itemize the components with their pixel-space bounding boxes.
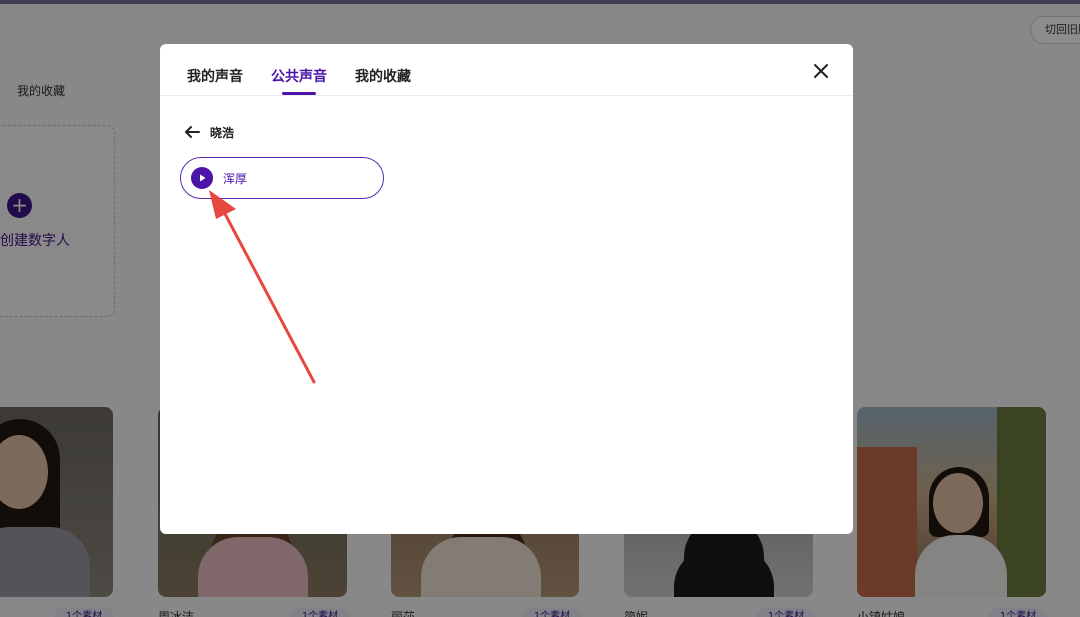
tab-my-favorites[interactable]: 我的收藏: [355, 66, 411, 98]
tab-divider: [160, 95, 853, 96]
voice-option[interactable]: 浑厚: [180, 157, 384, 199]
tab-my-voices[interactable]: 我的声音: [187, 66, 243, 98]
voice-tabs: 我的声音 公共声音 我的收藏: [187, 66, 411, 98]
play-icon: [200, 174, 206, 182]
voice-owner-title: 晓浩: [210, 125, 235, 140]
close-button[interactable]: [810, 60, 832, 82]
voice-select-modal: 我的声音 公共声音 我的收藏 晓浩 浑厚: [160, 44, 853, 534]
voice-option-label: 浑厚: [223, 171, 248, 186]
play-button[interactable]: [191, 167, 213, 189]
tab-public-voices[interactable]: 公共声音: [271, 66, 327, 98]
back-button[interactable]: 晓浩: [184, 122, 234, 142]
close-icon: [814, 64, 828, 78]
arrow-left-icon: [185, 126, 200, 138]
